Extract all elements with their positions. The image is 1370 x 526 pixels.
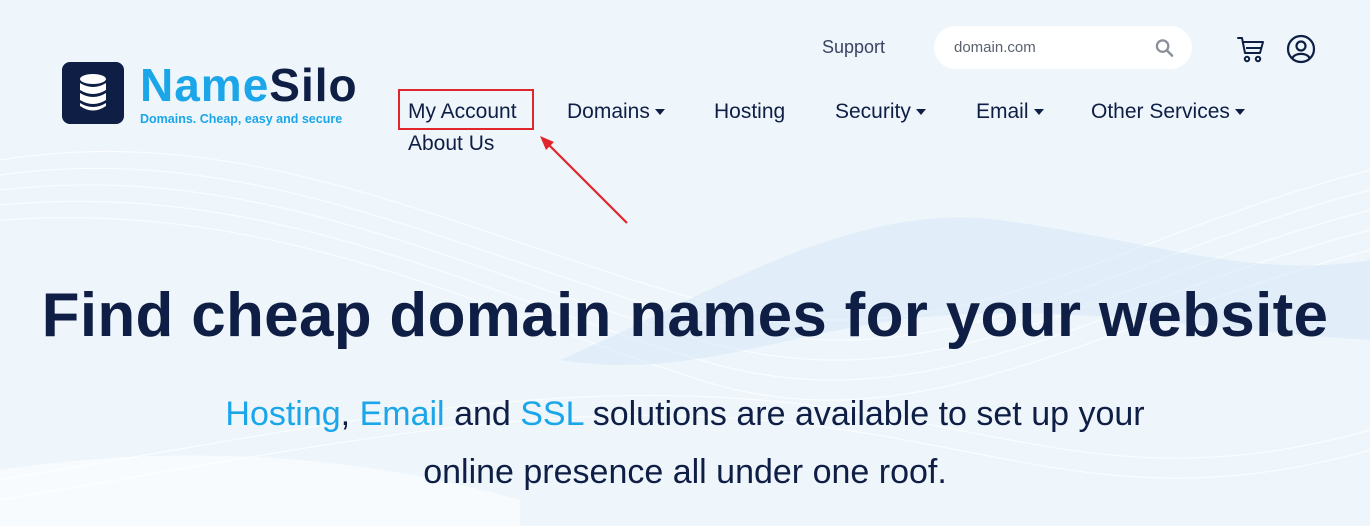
hero-comma: , [340, 395, 351, 433]
user-icon[interactable] [1286, 34, 1316, 64]
hero-subtitle: Hosting, Email and SSL solutions are ava… [135, 385, 1235, 501]
hero-and: and [454, 395, 511, 433]
namesilo-logo[interactable]: NameSilo Domains. Cheap, easy and secure [62, 62, 358, 126]
caret-down-icon [915, 109, 926, 115]
nav-domains[interactable]: Domains [567, 100, 665, 124]
nav-other-services[interactable]: Other Services [1091, 100, 1245, 124]
ssl-link[interactable]: SSL [520, 395, 583, 433]
brand-name: NameSilo [140, 62, 358, 108]
nav-email[interactable]: Email [976, 100, 1044, 124]
domain-search-input[interactable] [952, 38, 1155, 57]
caret-down-icon [1033, 109, 1044, 115]
nav-about-us[interactable]: About Us [408, 132, 494, 156]
caret-down-icon [1234, 109, 1245, 115]
annotation-arrow-icon [540, 136, 628, 224]
brand-name-part1: Name [140, 59, 270, 111]
support-link[interactable]: Support [822, 37, 885, 58]
cart-icon[interactable] [1236, 34, 1266, 64]
hero-title: Find cheap domain names for your website [41, 281, 1329, 350]
nav-hosting-label: Hosting [714, 100, 786, 123]
domain-search [934, 26, 1192, 69]
hero-rest-2: online presence all under one roof. [423, 453, 947, 491]
brand-tagline: Domains. Cheap, easy and secure [140, 112, 343, 126]
caret-down-icon [654, 109, 665, 115]
highlight-box [398, 89, 534, 130]
nav-other-services-label: Other Services [1091, 100, 1230, 123]
nav-email-label: Email [976, 100, 1029, 123]
hero-rest-1: solutions are available to set up your [592, 395, 1145, 433]
nav-security-label: Security [835, 100, 911, 123]
hosting-link[interactable]: Hosting [225, 395, 340, 433]
brand-name-part2: Silo [269, 59, 358, 111]
search-icon[interactable] [1155, 38, 1174, 58]
nav-hosting[interactable]: Hosting [714, 100, 785, 124]
database-icon [62, 62, 124, 124]
nav-security[interactable]: Security [835, 100, 926, 124]
nav-domains-label: Domains [567, 100, 650, 123]
email-link[interactable]: Email [360, 395, 445, 433]
